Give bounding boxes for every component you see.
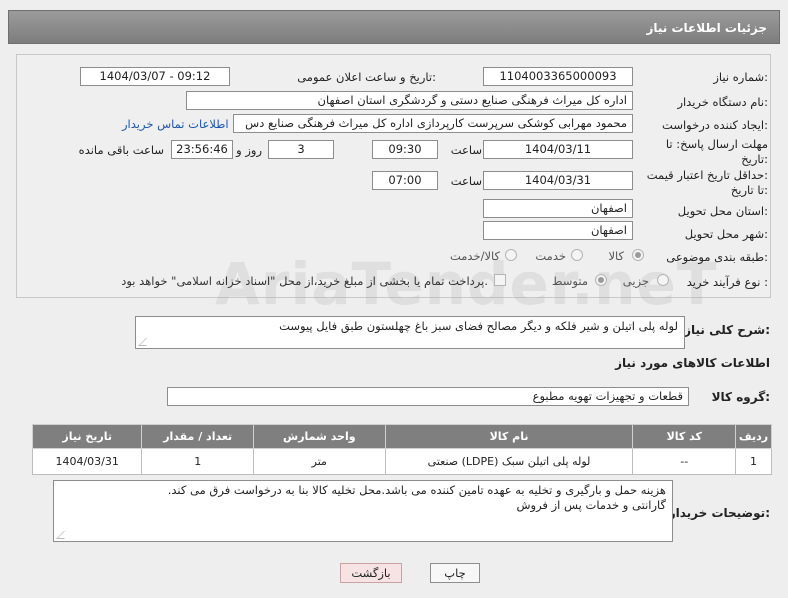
col-item-code: کد کالا: [632, 424, 737, 449]
buyer-org-label: نام دستگاه خریدار:: [677, 95, 768, 109]
item-name-cell: لوله پلی اتیلن سبک (LDPE) صنعتی: [384, 448, 634, 475]
print-button[interactable]: چاپ: [430, 563, 480, 583]
buyer-contact-link[interactable]: اطلاعات تماس خریدار: [122, 117, 229, 131]
delivery-province-field: اصفهان: [483, 199, 633, 218]
requester-field: محمود مهرابی کوشکی سرپرست کارپردازی ادار…: [233, 114, 633, 133]
col-item-name: نام کالا: [384, 424, 634, 449]
page-header: جزئیات اطلاعات نیاز: [8, 10, 780, 44]
unit-cell: متر: [252, 448, 386, 475]
process-minor-radio[interactable]: [657, 274, 669, 286]
goods-table-header: ردیف کد کالا نام کالا واحد شمارش تعداد /…: [31, 424, 772, 449]
reply-deadline-label: مهلت ارسال پاسخ: تا: [665, 137, 768, 151]
price-validity-label-2: تا تاریخ:: [730, 183, 768, 197]
delivery-city-field: اصفهان: [483, 221, 633, 240]
buyer-notes-line-1: هزینه حمل و بارگیری و تخلیه به عهده تامی…: [167, 483, 666, 497]
requester-label: ایجاد کننده درخواست:: [662, 118, 768, 132]
treasury-payment-note: پرداخت تمام یا بخشی از مبلغ خرید،از محل …: [121, 274, 488, 288]
category-service-radio[interactable]: [571, 249, 583, 261]
table-row: 1 -- لوله پلی اتیلن سبک (LDPE) صنعتی متر…: [31, 448, 772, 475]
row-number-cell: 1: [735, 448, 772, 475]
treasury-payment-checkbox[interactable]: [494, 274, 506, 286]
col-row-number: ردیف: [735, 424, 772, 449]
validity-time-label: ساعت: [450, 174, 482, 188]
general-description-field: لوله پلی اتیلن و شیر فلکه و دیگر مصالح ف…: [135, 316, 685, 349]
reply-days-field: 3: [268, 140, 334, 159]
general-description-label: شرح کلی نیاز:: [684, 323, 770, 337]
announce-datetime-label: تاریخ و ساعت اعلان عمومی:: [297, 70, 436, 84]
resize-grip-icon[interactable]: [56, 531, 72, 539]
category-label: طبقه بندی موضوعی:: [666, 250, 768, 264]
goods-info-title: اطلاعات کالاهای مورد نیاز: [615, 356, 770, 370]
category-goods-service-label: کالا/خدمت: [449, 249, 500, 263]
days-and-label: روز و: [236, 143, 262, 157]
delivery-city-label: شهر محل تحویل:: [684, 227, 768, 241]
validity-time-field: 07:00: [372, 171, 438, 190]
buyer-notes-line-2: گارانتی و خدمات پس از فروش: [516, 498, 667, 512]
purchase-process-label: نوع فرآیند خرید :: [686, 275, 768, 289]
category-service-label: خدمت: [535, 249, 566, 263]
buyer-notes-field: هزینه حمل و بارگیری و تخلیه به عهده تامی…: [53, 480, 673, 542]
col-quantity: تعداد / مقدار: [141, 424, 254, 449]
reply-date-field: 1404/03/11: [483, 140, 633, 159]
item-code-cell: --: [632, 448, 737, 475]
remaining-time-label: ساعت باقی مانده: [78, 143, 164, 157]
goods-group-label: گروه کالا:: [711, 390, 770, 404]
page-title: جزئیات اطلاعات نیاز: [646, 21, 767, 35]
reply-deadline-label-2: تاریخ:: [741, 152, 768, 166]
buyer-notes-label: توضیحات خریدار:: [668, 506, 770, 520]
need-number-label: شماره نیاز:: [713, 70, 768, 84]
delivery-province-label: استان محل تحویل:: [677, 204, 768, 218]
process-medium-label: متوسط: [551, 274, 588, 288]
general-description-text: لوله پلی اتیلن و شیر فلکه و دیگر مصالح ف…: [279, 319, 678, 333]
goods-group-field: قطعات و تجهیزات تهویه مطبوع: [167, 387, 689, 406]
price-validity-label: حداقل تاریخ اعتبار قیمت:: [646, 168, 768, 182]
remaining-time-field: 23:56:46: [171, 140, 233, 159]
announce-datetime-field: 1404/03/07 - 09:12: [80, 67, 230, 86]
validity-date-field: 1404/03/31: [483, 171, 633, 190]
back-button[interactable]: بازگشت: [340, 563, 402, 583]
col-unit: واحد شمارش: [252, 424, 386, 449]
resize-grip-icon[interactable]: [138, 338, 154, 346]
need-number-field: 1104003365000093: [483, 67, 633, 86]
process-medium-radio[interactable]: [595, 274, 607, 286]
category-goods-radio[interactable]: [632, 249, 644, 261]
process-minor-label: جزیی: [622, 274, 649, 288]
category-goods-label: کالا: [608, 249, 624, 263]
goods-table: ردیف کد کالا نام کالا واحد شمارش تعداد /…: [31, 424, 772, 475]
col-need-date: تاریخ نیاز: [31, 424, 143, 449]
need-date-cell: 1404/03/31: [31, 448, 143, 475]
reply-time-field: 09:30: [372, 140, 438, 159]
category-goods-service-radio[interactable]: [505, 249, 517, 261]
quantity-cell: 1: [141, 448, 254, 475]
buyer-org-field: اداره کل میراث فرهنگی صنایع دستی و گردشگ…: [186, 91, 633, 110]
reply-time-label: ساعت: [450, 143, 482, 157]
